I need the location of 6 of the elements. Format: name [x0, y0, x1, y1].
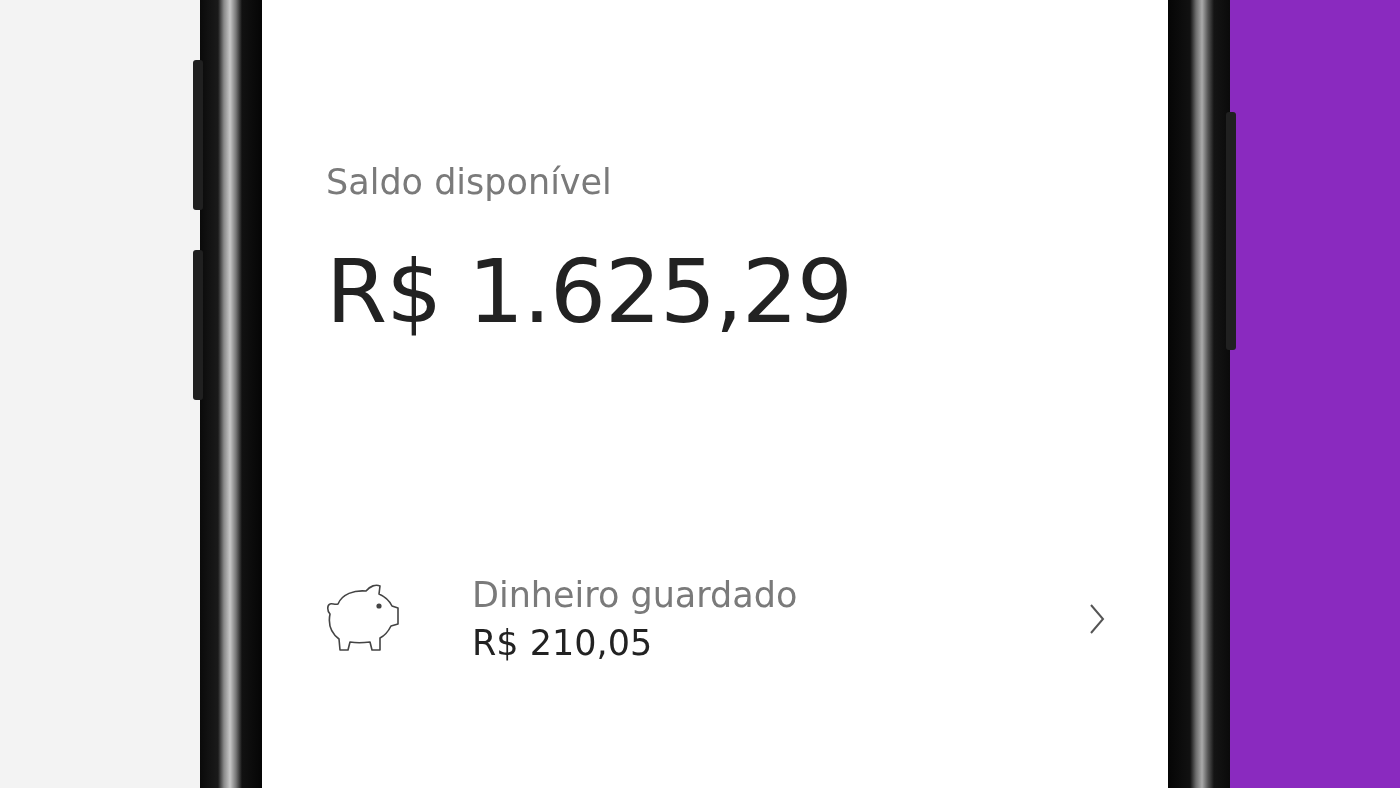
piggy-bank-icon: [326, 584, 400, 654]
balance-amount: R$ 1.625,29: [326, 242, 853, 342]
chevron-icon[interactable]: [1088, 602, 1106, 636]
balance-label: Saldo disponível: [326, 161, 613, 204]
savings-label: Dinheiro guardado: [472, 574, 799, 617]
savings-amount: R$ 210,05: [472, 622, 654, 665]
